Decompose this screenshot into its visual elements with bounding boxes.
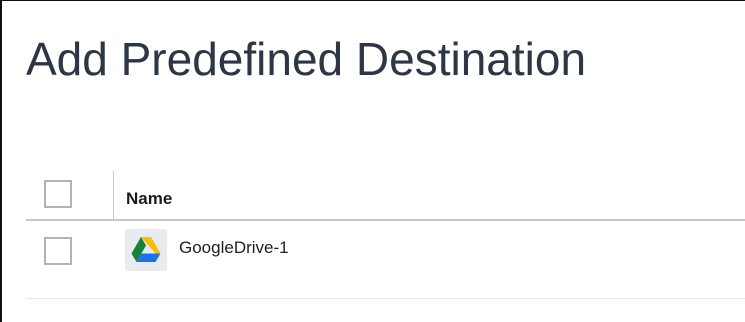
grid-header-row: Name <box>26 171 745 221</box>
page-title: Add Predefined Destination <box>26 33 587 85</box>
column-separator <box>113 171 114 219</box>
row-checkbox[interactable] <box>44 237 72 265</box>
page-frame: Add Predefined Destination Name GoogleDr… <box>0 0 745 322</box>
divider <box>26 298 745 299</box>
google-drive-icon <box>125 229 167 271</box>
destination-name: GoogleDrive-1 <box>179 238 289 257</box>
google-drive-glyph <box>131 237 161 262</box>
column-header-name[interactable]: Name <box>126 189 172 209</box>
table-row[interactable]: GoogleDrive-1 <box>26 221 745 279</box>
destination-grid: Name GoogleDrive-1 <box>26 171 745 279</box>
select-all-checkbox[interactable] <box>44 180 72 208</box>
